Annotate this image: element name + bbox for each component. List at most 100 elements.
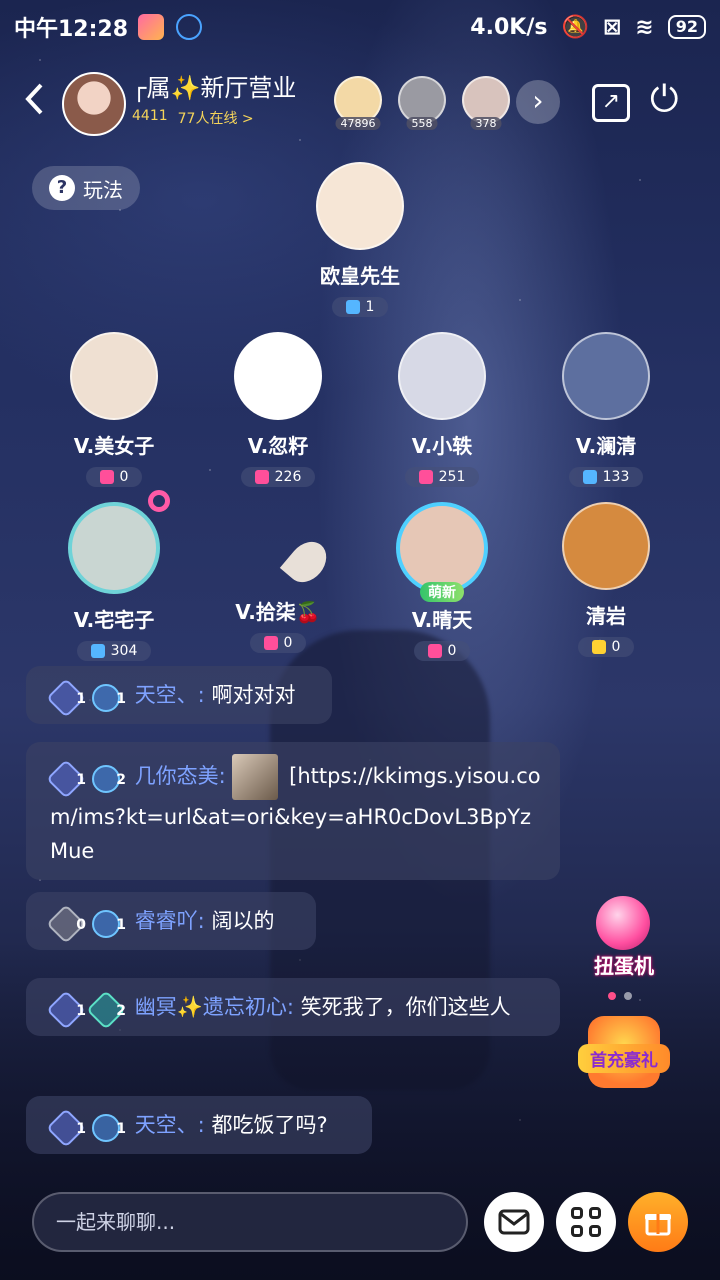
gem-icon [99,470,114,484]
gift-button[interactable] [628,1192,688,1252]
user-badges: 1 1 [46,1108,126,1148]
gift-count-badge: 133 [568,467,644,487]
user-badges: 1 2 [46,759,126,799]
wealth-level-badge: 1 [46,759,86,799]
rules-label: 玩法 [83,177,123,202]
avatar [68,502,160,594]
charm-level-badge: 2 [86,759,126,799]
gift-count: 0 [283,635,293,651]
mic-seat[interactable]: 清岩 0 [536,502,676,658]
messages-button[interactable] [484,1192,544,1252]
chevron-right-icon: › [532,84,544,117]
mic-seat[interactable]: V.澜清 133 [536,332,676,488]
gift-count-badge: 0 [413,641,471,661]
mail-icon [498,1209,530,1235]
battery-icon: 92 [667,15,706,39]
share-button[interactable]: ↗ [592,84,630,122]
gem-icon [582,470,597,484]
gift-count: 226 [274,469,302,485]
wifi-icon: ≋ [635,14,654,40]
seat-name: V.美女子 [73,434,155,458]
exit-button[interactable]: ⏻ [650,80,678,120]
message-sender[interactable]: 天空、: [135,1113,205,1137]
avatar [234,332,322,420]
gem-icon [591,640,606,654]
first-recharge-button[interactable]: 首充豪礼 [574,1016,674,1096]
pager-dot [608,992,616,1000]
avatar [70,332,158,420]
sim-icon: ⊠ [602,14,622,40]
mic-seat[interactable]: V.美女子 0 [44,332,184,488]
host-seat[interactable]: 欧皇先生 1 [290,162,430,318]
seat-name: V.宅宅子 [73,608,155,632]
status-bar: 中午12:28 4.0K/s 🔕 ⊠ ≋ 92 [0,0,720,54]
mute-icon: 🔕 [561,14,589,40]
seat-name: 欧皇先生 [320,264,400,288]
gem-icon [263,636,278,650]
avatar: 萌新 [396,502,488,602]
avatar [562,332,650,420]
top-fan-avatar[interactable]: 378 [462,76,510,130]
network-speed: 4.0K/s [470,14,548,40]
message-sender[interactable]: 幽冥✨遗忘初心: [135,995,294,1019]
seat-name: V.忽籽 [247,434,309,458]
pager-dot [624,992,632,1000]
room-id: 4411 [132,108,168,124]
mic-seat[interactable]: V.小轶 251 [372,332,512,488]
room-header: ┌属✨新厅营业 4411 77人在线 > 47896 558 378 › ↗ ⏻ [0,66,720,138]
mic-seat[interactable]: V.忽籽 226 [208,332,348,488]
gift-count: 304 [110,643,138,659]
seat-name: V.澜清 [575,434,637,458]
fan-contribution: 558 [406,117,438,130]
gem-icon [418,470,433,484]
message-sender[interactable]: 几你态美: [135,764,226,788]
gift-count-badge: 251 [404,467,480,487]
avatar-empty [236,502,320,586]
mic-seat[interactable]: 萌新 V.晴天 0 [372,502,512,662]
top-fan-avatar[interactable]: 558 [398,76,446,130]
user-badges: 0 1 [46,904,126,944]
charm-level-badge: 1 [86,678,126,718]
capsule-icon [596,896,650,950]
assistant-notification-icon [176,14,203,40]
capsule-machine-button[interactable]: 扭蛋机 [576,892,672,986]
sticker-image[interactable] [232,754,279,800]
room-avatar[interactable] [62,72,126,136]
top-fan-avatar[interactable]: 47896 [334,76,382,130]
online-count-link[interactable]: 77人在线 > [178,108,254,128]
power-icon: ⏻ [650,79,679,120]
gift-count-badge: 0 [577,637,635,657]
capsule-label: 扭蛋机 [594,954,654,978]
more-fans-button[interactable]: › [516,80,560,124]
wealth-level-badge: 0 [46,904,86,944]
message-sender[interactable]: 天空、: [135,683,205,707]
charm-level-badge: 2 [86,990,126,1030]
seat-name: 清岩 [586,604,626,628]
back-button[interactable] [24,82,44,125]
chat-message: 1 2 幽冥✨遗忘初心: 笑死我了，你们这些人 [26,978,560,1036]
seat-name: V.小轶 [411,434,473,458]
message-sender[interactable]: 睿睿吖: [135,909,205,933]
status-right: 4.0K/s 🔕 ⊠ ≋ 92 [470,15,706,40]
gift-count: 251 [438,469,466,485]
gem-icon [427,644,442,658]
app-notification-icon [138,14,165,40]
user-badges: 1 2 [46,990,126,1030]
banner-pager [608,992,632,1000]
wealth-level-badge: 1 [46,678,86,718]
rules-button[interactable]: ? 玩法 [32,166,140,210]
chat-input-field[interactable] [32,1192,468,1252]
chat-message: 0 1 睿睿吖: 阔以的 [26,892,316,950]
avatar [562,502,650,590]
gift-count: 0 [447,643,457,659]
share-icon: ↗ [601,89,621,114]
gift-count: 1 [365,299,375,315]
chat-message: 1 2 几你态美: [https://kkimgs.yisou.com/ims?… [26,742,560,880]
more-apps-button[interactable] [556,1192,616,1252]
gift-icon [645,1214,671,1236]
mic-seat[interactable]: V.宅宅子 304 [44,502,184,662]
gem-icon [254,470,269,484]
mic-seat[interactable]: V.拾柒🍒 0 [208,502,348,654]
chat-message: 1 1 天空、: 都吃饭了吗? [26,1096,372,1154]
chat-input[interactable] [54,1209,446,1235]
